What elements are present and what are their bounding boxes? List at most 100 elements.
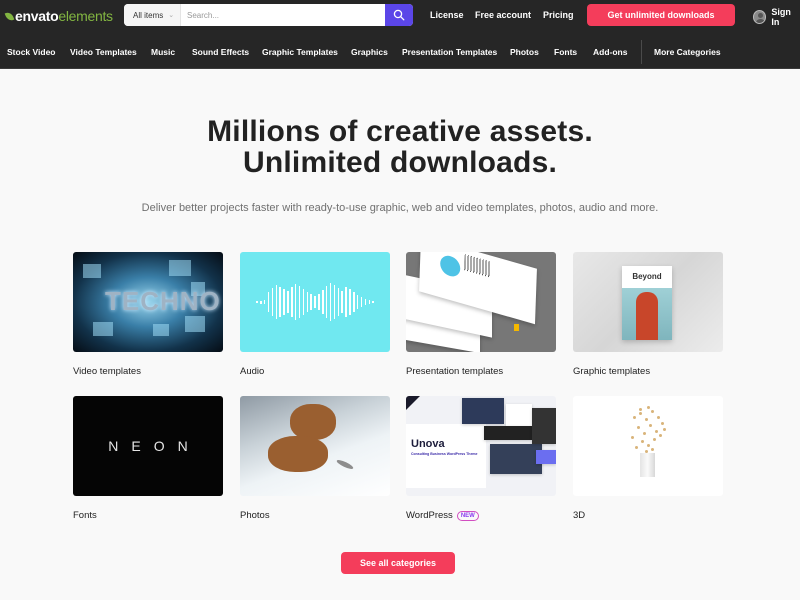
waveform-bar [329,283,332,321]
nav-photos[interactable]: Photos [510,47,539,57]
waveform-bar [314,296,316,308]
popcorn-kernel [639,408,642,411]
popcorn-kernel [659,434,662,437]
waveform-bar [263,300,266,304]
nav-stock-video[interactable]: Stock Video [7,47,56,57]
nav-fonts[interactable]: Fonts [554,47,577,57]
nav-divider [641,40,642,64]
unova-subtext: Consulting Business WordPress Theme [411,452,478,456]
popcorn-kernel [663,428,666,431]
leaf-icon [4,10,15,22]
see-all-categories-button[interactable]: See all categories [341,552,455,574]
google-slides-icon [514,324,519,331]
nav-more-categories[interactable]: More Categories [654,47,721,57]
waveform-bar [275,285,277,319]
hero-title-line2: Unlimited downloads. [242,146,557,179]
popcorn-kernel [639,412,642,415]
waveform-bar [310,294,312,310]
hero-title-line1: Millions of creative assets. [207,115,593,148]
card-label: 3D [573,510,586,521]
search-category-label: All items [133,10,164,20]
card-label: Fonts [73,510,97,521]
waveform-bar [337,288,339,316]
video-templates-thumbnail[interactable]: TECHNO [73,252,223,352]
license-link[interactable]: License [430,10,464,20]
new-badge: NEW [456,510,479,521]
top-header: envato elements All items ⌄ License Free… [0,0,800,34]
waveform-bar [256,301,258,303]
logo-elements-text: elements [58,8,113,24]
popcorn-kernel [649,424,652,427]
card-label: WordPress [406,510,453,521]
waveform-bar [271,288,274,316]
popcorn-kernel [657,416,660,419]
graphic-templates-thumbnail[interactable]: Beyond [573,252,723,352]
search-category-dropdown[interactable]: All items ⌄ [124,4,181,26]
waveform-bar [322,290,324,314]
hero-title: Millions of creative assets. Unlimited d… [0,116,800,178]
neon-text: NEON [108,438,201,454]
waveform-bar [260,300,262,304]
waveform-bar [360,297,363,307]
nav-video-templates[interactable]: Video Templates [70,47,137,57]
nav-sound-effects[interactable]: Sound Effects [192,47,249,57]
popcorn-kernel [651,448,654,451]
waveform-bar [267,292,270,312]
get-unlimited-downloads-button[interactable]: Get unlimited downloads [587,4,735,26]
presentation-templates-thumbnail[interactable] [406,252,556,352]
nav-presentation-templates[interactable]: Presentation Templates [402,47,497,57]
fonts-thumbnail[interactable]: NEON [73,396,223,496]
unova-text: Unova [411,438,445,450]
waveform-bar [294,284,297,320]
popcorn-kernel [631,436,634,439]
search-bar: All items ⌄ [124,4,413,26]
hero-subtitle: Deliver better projects faster with read… [141,202,659,214]
popcorn-kernel [643,432,646,435]
waveform-bar [333,285,336,319]
search-button[interactable] [385,4,413,26]
waveform-bar [283,289,285,315]
chevron-down-icon: ⌄ [168,12,175,19]
waveform-bar [372,301,374,303]
nav-music[interactable]: Music [151,47,175,57]
popcorn-kernel [655,430,658,433]
category-card-video-templates[interactable]: TECHNO Video templates [73,252,223,377]
waveform-bar [279,287,281,317]
search-input[interactable] [181,4,385,26]
waveform-bar [349,289,351,315]
category-card-graphic-templates[interactable]: Beyond Graphic templates [573,252,723,377]
waveform-bar [345,287,347,317]
category-card-presentation-templates[interactable]: Presentation templates [406,252,556,377]
photos-thumbnail[interactable] [240,396,390,496]
envato-elements-logo[interactable]: envato elements [4,8,113,24]
sign-in-button[interactable]: Sign In [753,7,800,27]
waveform-bar [325,286,328,318]
popcorn-kernel [661,422,664,425]
card-label: Presentation templates [406,366,504,377]
3d-thumbnail[interactable] [573,396,723,496]
nav-add-ons[interactable]: Add-ons [593,47,627,57]
wordpress-thumbnail[interactable]: Unova Consulting Business WordPress Them… [406,396,556,496]
nav-graphics[interactable]: Graphics [351,47,388,57]
category-nav: Stock Video Video Templates Music Sound … [0,34,800,69]
category-card-audio[interactable]: Audio [240,252,390,377]
waveform-bar [368,300,370,304]
category-card-3d[interactable]: 3D [573,396,723,521]
category-card-wordpress[interactable]: Unova Consulting Business WordPress Them… [406,396,556,521]
card-label: Graphic templates [573,366,651,377]
free-account-link[interactable]: Free account [475,10,531,20]
card-label: Video templates [73,366,141,377]
popcorn-box [640,453,655,477]
waveform-bar [302,289,305,315]
pricing-link[interactable]: Pricing [543,10,574,20]
popcorn-kernel [637,426,640,429]
popcorn-kernel [641,440,644,443]
category-card-photos[interactable]: Photos [240,396,390,521]
waveform-bar [364,299,367,305]
nav-graphic-templates[interactable]: Graphic Templates [262,47,338,57]
audio-waveform-thumbnail[interactable] [240,252,390,352]
popcorn-kernel [651,410,654,413]
card-label: Photos [240,510,270,521]
category-card-fonts[interactable]: NEON Fonts [73,396,223,521]
popcorn-kernel [635,446,638,449]
